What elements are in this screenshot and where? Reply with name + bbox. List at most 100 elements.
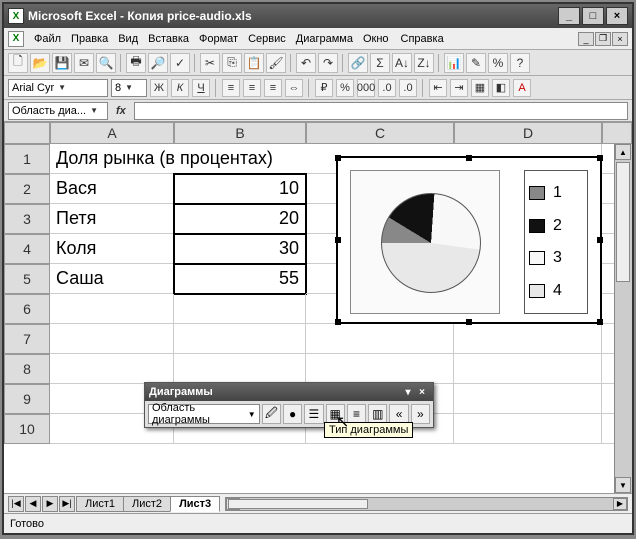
dec-indent-icon[interactable]: ⇤ [429, 79, 447, 97]
chart-wizard-icon[interactable]: 📊 [444, 53, 464, 73]
row-header-3[interactable]: 3 [4, 204, 50, 234]
menu-insert[interactable]: Вставка [148, 33, 189, 45]
resize-handle[interactable] [466, 155, 472, 161]
scroll-thumb[interactable] [228, 499, 368, 509]
embedded-chart[interactable]: 1 2 3 4 [336, 156, 602, 324]
new-icon[interactable]: 🗋 [8, 53, 28, 73]
preview-icon[interactable]: 🔎 [148, 53, 168, 73]
paste-icon[interactable]: 📋 [244, 53, 264, 73]
menu-chart[interactable]: Диаграмма [296, 33, 353, 45]
search-icon[interactable]: 🔍 [96, 53, 116, 73]
first-sheet-icon[interactable]: |◀ [8, 496, 24, 512]
align-left-icon[interactable]: ≡ [222, 79, 240, 97]
currency-icon[interactable]: ₽ [315, 79, 333, 97]
scroll-thumb[interactable] [616, 162, 630, 282]
row-header-6[interactable]: 6 [4, 294, 50, 324]
mdi-minimize[interactable]: _ [578, 32, 594, 46]
maximize-button[interactable]: □ [582, 7, 604, 25]
bold-button[interactable]: Ж [150, 79, 168, 97]
inc-indent-icon[interactable]: ⇥ [450, 79, 468, 97]
undo-icon[interactable]: ↶ [296, 53, 316, 73]
menu-help[interactable]: Справка [401, 33, 444, 45]
cell-D7[interactable] [454, 324, 602, 354]
row-header-9[interactable]: 9 [4, 384, 50, 414]
copy-icon[interactable]: ⎘ [222, 53, 242, 73]
by-row-icon[interactable]: ≡ [347, 404, 366, 424]
resize-handle[interactable] [597, 155, 603, 161]
cell-D8[interactable] [454, 354, 602, 384]
mdi-restore[interactable]: ❐ [595, 32, 611, 46]
format-object-icon[interactable]: 🖉 [262, 404, 281, 424]
scroll-down-icon[interactable]: ▼ [615, 477, 631, 493]
fx-icon[interactable]: fx [112, 105, 130, 117]
mdi-close[interactable]: × [612, 32, 628, 46]
font-color-icon[interactable]: A [513, 79, 531, 97]
mail-icon[interactable]: ✉ [74, 53, 94, 73]
resize-handle[interactable] [466, 319, 472, 325]
spell-icon[interactable]: ✓ [170, 53, 190, 73]
app-icon[interactable]: X [8, 31, 24, 47]
by-col-icon[interactable]: ▥ [368, 404, 387, 424]
help-icon[interactable]: ? [510, 53, 530, 73]
row-header-10[interactable]: 10 [4, 414, 50, 444]
sum-icon[interactable]: Σ [370, 53, 390, 73]
cell-A5[interactable]: Саша [50, 264, 174, 294]
row-header-8[interactable]: 8 [4, 354, 50, 384]
cell-A2[interactable]: Вася [50, 174, 174, 204]
align-center-icon[interactable]: ≡ [243, 79, 261, 97]
minimize-button[interactable]: _ [558, 7, 580, 25]
sheet-tab-1[interactable]: Лист1 [76, 496, 124, 512]
sort-asc-icon[interactable]: A↓ [392, 53, 412, 73]
resize-handle[interactable] [597, 319, 603, 325]
open-icon[interactable]: 📂 [30, 53, 50, 73]
scroll-right-icon[interactable]: ▶ [613, 498, 627, 510]
sheet-tab-3[interactable]: Лист3 [170, 496, 220, 512]
col-header-B[interactable]: B [174, 122, 306, 144]
menu-tools[interactable]: Сервис [248, 33, 286, 45]
cell-A6[interactable] [50, 294, 174, 324]
chart-legend[interactable]: 1 2 3 4 [524, 170, 588, 314]
cell-A4[interactable]: Коля [50, 234, 174, 264]
resize-handle[interactable] [335, 319, 341, 325]
row-header-5[interactable]: 5 [4, 264, 50, 294]
cell-C8[interactable] [306, 354, 454, 384]
cut-icon[interactable]: ✂ [200, 53, 220, 73]
resize-handle[interactable] [597, 237, 603, 243]
fill-color-icon[interactable]: ◧ [492, 79, 510, 97]
row-header-7[interactable]: 7 [4, 324, 50, 354]
plot-area[interactable] [350, 170, 500, 314]
cell-B2[interactable]: 10 [174, 174, 306, 204]
underline-button[interactable]: Ч [192, 79, 210, 97]
chart-toolbar-title[interactable]: Диаграммы ▾ × [145, 383, 433, 401]
save-icon[interactable]: 💾 [52, 53, 72, 73]
cell-B4[interactable]: 30 [174, 234, 306, 264]
cell-A7[interactable] [50, 324, 174, 354]
resize-handle[interactable] [335, 155, 341, 161]
align-right-icon[interactable]: ≡ [264, 79, 282, 97]
prev-sheet-icon[interactable]: ◀ [25, 496, 41, 512]
cell-B7[interactable] [174, 324, 306, 354]
font-name-combo[interactable]: Arial Cyr▼ [8, 79, 108, 97]
menu-window[interactable]: Окно [363, 33, 389, 45]
merge-icon[interactable]: ⇔ [285, 79, 303, 97]
resize-handle[interactable] [335, 237, 341, 243]
row-header-2[interactable]: 2 [4, 174, 50, 204]
col-header-A[interactable]: A [50, 122, 174, 144]
vertical-scrollbar[interactable]: ▲ ▼ [614, 144, 632, 493]
print-icon[interactable]: 🖶 [126, 53, 146, 73]
toolbar-close-icon[interactable]: × [415, 385, 429, 399]
last-sheet-icon[interactable]: ▶| [59, 496, 75, 512]
chart-object-combo[interactable]: Область диаграммы▼ [148, 404, 260, 424]
name-box[interactable]: Область диа...▼ [8, 102, 108, 120]
menu-edit[interactable]: Правка [71, 33, 108, 45]
cell-D9[interactable] [454, 384, 602, 414]
zoom-icon[interactable]: % [488, 53, 508, 73]
format-painter-icon[interactable]: 🖌 [266, 53, 286, 73]
next-sheet-icon[interactable]: ▶ [42, 496, 58, 512]
cell-B6[interactable] [174, 294, 306, 324]
cell-C7[interactable] [306, 324, 454, 354]
cell-B5[interactable]: 55 [174, 264, 306, 294]
cell-B3[interactable]: 20 [174, 204, 306, 234]
cell-D10[interactable] [454, 414, 602, 444]
comma-icon[interactable]: 000 [357, 79, 375, 97]
